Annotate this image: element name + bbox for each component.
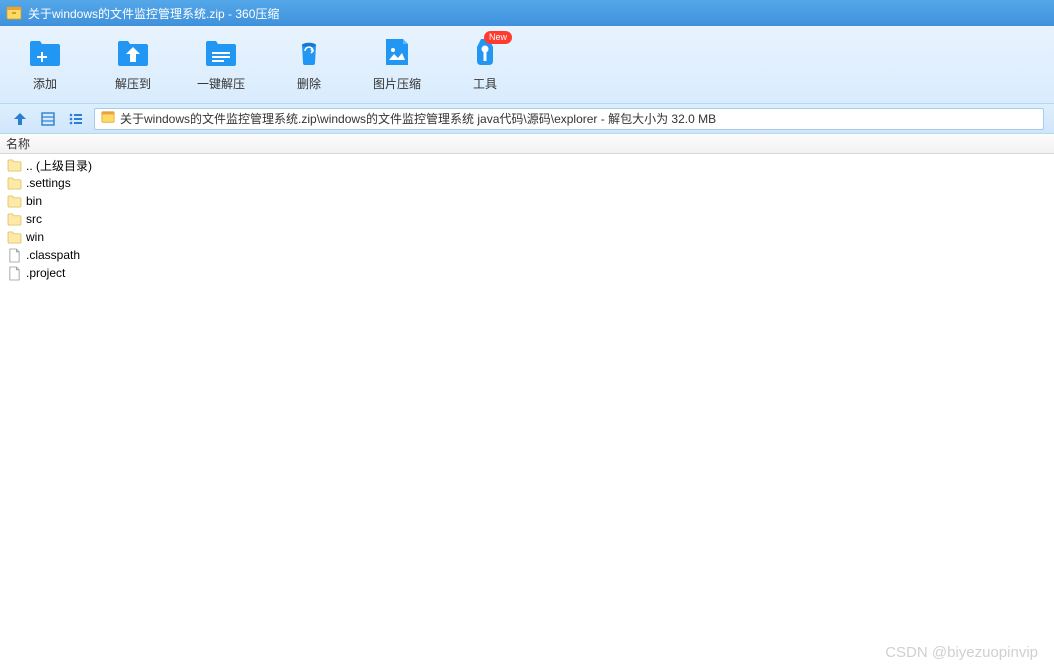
folder-icon	[6, 211, 22, 227]
file-list: .. (上级目录) .settings bin src win .classpa…	[0, 154, 1054, 284]
file-name: win	[26, 230, 44, 244]
trash-icon	[292, 37, 326, 67]
folder-icon	[6, 193, 22, 209]
extract-to-icon	[116, 37, 150, 67]
tools-label: 工具	[473, 75, 497, 92]
list-item[interactable]: .settings	[4, 174, 1050, 192]
list-item[interactable]: .classpath	[4, 246, 1050, 264]
add-label: 添加	[33, 75, 57, 92]
list-item[interactable]: .. (上级目录)	[4, 156, 1050, 174]
image-compress-button[interactable]: 图片压缩	[372, 37, 422, 92]
file-name: .classpath	[26, 248, 80, 262]
watermark: CSDN @biyezuopinvip	[885, 644, 1038, 661]
delete-label: 删除	[297, 75, 321, 92]
path-text: 关于windows的文件监控管理系统.zip\windows的文件监控管理系统 …	[120, 110, 716, 127]
list-item[interactable]: win	[4, 228, 1050, 246]
titlebar: 关于windows的文件监控管理系统.zip - 360压缩	[0, 0, 1054, 26]
archive-app-icon	[6, 5, 22, 21]
one-click-extract-button[interactable]: 一键解压	[196, 37, 246, 92]
window-title: 关于windows的文件监控管理系统.zip - 360压缩	[28, 5, 279, 22]
folder-icon	[6, 157, 22, 173]
list-item[interactable]: src	[4, 210, 1050, 228]
file-icon	[6, 247, 22, 263]
toolbar: 添加 解压到 一键解压 删除	[0, 26, 1054, 104]
delete-button[interactable]: 删除	[284, 37, 334, 92]
extract-to-button[interactable]: 解压到	[108, 37, 158, 92]
add-icon	[28, 37, 62, 67]
one-click-extract-icon	[204, 37, 238, 67]
archive-small-icon	[101, 110, 115, 127]
view-list-icon[interactable]	[66, 109, 86, 129]
new-badge: New	[484, 31, 512, 44]
view-details-icon[interactable]	[38, 109, 58, 129]
navbar: 关于windows的文件监控管理系统.zip\windows的文件监控管理系统 …	[0, 104, 1054, 134]
add-button[interactable]: 添加	[20, 37, 70, 92]
folder-icon	[6, 229, 22, 245]
image-compress-icon	[380, 37, 414, 67]
list-item[interactable]: .project	[4, 264, 1050, 282]
file-icon	[6, 265, 22, 281]
folder-icon	[6, 175, 22, 191]
column-header[interactable]: 名称	[0, 134, 1054, 154]
column-name-label: 名称	[6, 135, 30, 152]
file-name: .project	[26, 266, 65, 280]
image-compress-label: 图片压缩	[373, 75, 421, 92]
file-name: .. (上级目录)	[26, 157, 92, 174]
path-input[interactable]: 关于windows的文件监控管理系统.zip\windows的文件监控管理系统 …	[94, 108, 1044, 130]
file-name: bin	[26, 194, 42, 208]
up-arrow-icon[interactable]	[10, 109, 30, 129]
tools-button[interactable]: New 工具	[460, 37, 510, 92]
extract-to-label: 解压到	[115, 75, 151, 92]
file-name: src	[26, 212, 42, 226]
file-name: .settings	[26, 176, 71, 190]
list-item[interactable]: bin	[4, 192, 1050, 210]
one-click-extract-label: 一键解压	[197, 75, 245, 92]
